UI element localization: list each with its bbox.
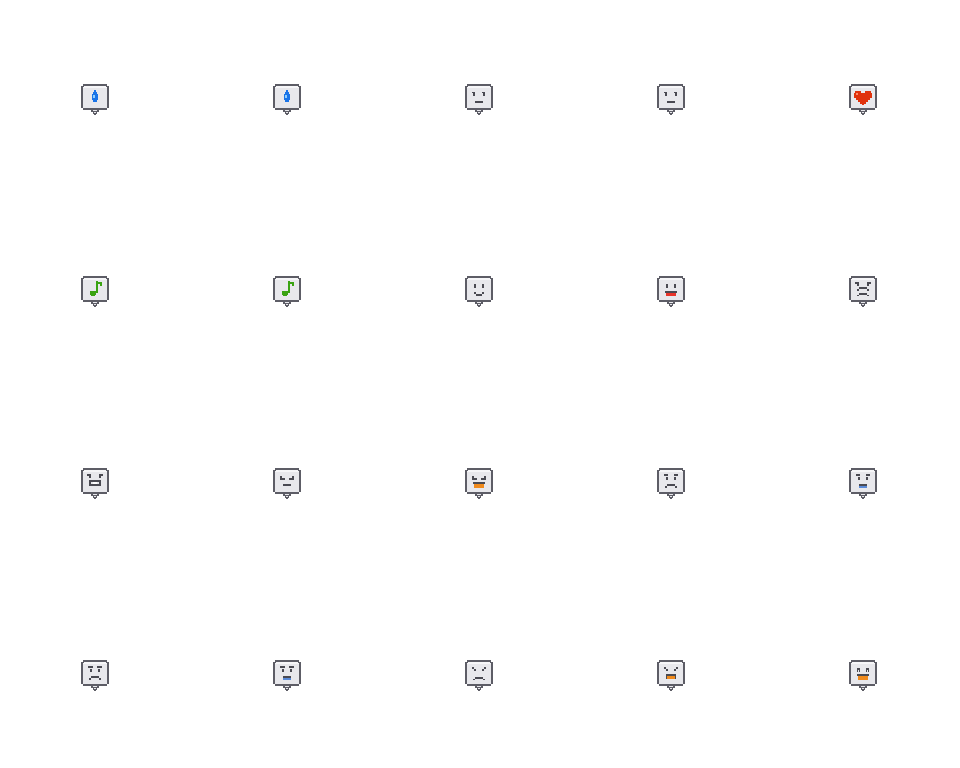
happy-tongue-face-icon [655, 274, 687, 308]
music-note-icon [271, 274, 303, 308]
grin-open-face-icon [847, 658, 879, 692]
crying-face-icon [271, 658, 303, 692]
sweat-drop-icon [271, 82, 303, 116]
crying-face-icon-graphic [273, 660, 301, 691]
smile-face-icon [463, 274, 495, 308]
neutral-face-icon-graphic [465, 84, 493, 115]
music-note-icon [79, 274, 111, 308]
sweat-drop-icon [79, 82, 111, 116]
heart-icon [847, 82, 879, 116]
sad-tear-face-icon [847, 466, 879, 500]
sweat-drop-icon-graphic [273, 84, 301, 115]
heart-icon-graphic [849, 84, 877, 115]
sulky-face-icon-graphic [465, 660, 493, 691]
emote-sprite-sheet [0, 0, 960, 768]
shouting-face-icon [655, 658, 687, 692]
neutral-face-icon [655, 82, 687, 116]
content-face-icon-graphic [273, 468, 301, 499]
sad-tear-face-icon-graphic [849, 468, 877, 499]
frown-face-icon-graphic [81, 660, 109, 691]
content-face-icon [271, 466, 303, 500]
smile-face-icon-graphic [465, 276, 493, 307]
frown-face-icon [79, 658, 111, 692]
shouting-face-icon-graphic [657, 660, 685, 691]
sulky-face-icon [463, 658, 495, 692]
angry-face-icon [847, 274, 879, 308]
happy-tongue-face-icon-graphic [657, 276, 685, 307]
grin-open-face-icon-graphic [849, 660, 877, 691]
worried-face-icon [655, 466, 687, 500]
angry-face-icon-graphic [849, 276, 877, 307]
music-note-icon-graphic [81, 276, 109, 307]
laughing-face-icon [463, 466, 495, 500]
neutral-face-icon-graphic [657, 84, 685, 115]
sweat-drop-icon-graphic [81, 84, 109, 115]
angry-grin-face-icon [79, 466, 111, 500]
neutral-face-icon [463, 82, 495, 116]
angry-grin-face-icon-graphic [81, 468, 109, 499]
laughing-face-icon-graphic [465, 468, 493, 499]
music-note-icon-graphic [273, 276, 301, 307]
worried-face-icon-graphic [657, 468, 685, 499]
